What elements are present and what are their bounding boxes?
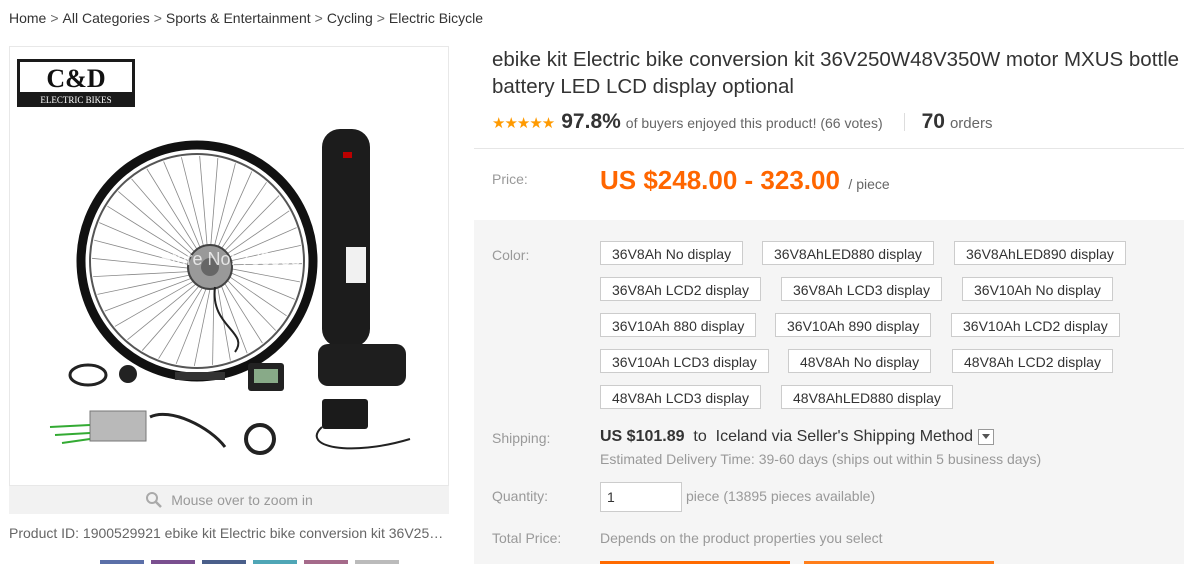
- breadcrumb-separator: >: [376, 10, 385, 26]
- wheel-spoke: [211, 163, 236, 256]
- color-option[interactable]: 36V8Ah LCD2 display: [600, 277, 761, 301]
- battery-illustration: [322, 129, 370, 347]
- color-option[interactable]: 36V10Ah LCD3 display: [600, 349, 769, 373]
- brand-logo: C&D ELECTRIC BIKES: [17, 59, 135, 107]
- product-title: ebike kit Electric bike conversion kit 3…: [492, 48, 1180, 98]
- color-option[interactable]: 36V10Ah 880 display: [600, 313, 757, 337]
- color-option[interactable]: 36V8AhLED880 display: [762, 241, 934, 265]
- orders-label: orders: [949, 115, 993, 132]
- thumbnail-strip: [100, 560, 399, 564]
- shipping-label: Shipping:: [492, 430, 551, 446]
- logo-text: C&D: [46, 64, 105, 93]
- thumbnail[interactable]: [202, 560, 246, 564]
- wheel-spoke: [199, 156, 209, 256]
- wheel-spoke: [220, 272, 276, 331]
- thumbnail[interactable]: [355, 560, 399, 564]
- shipping-to: to: [693, 428, 707, 445]
- product-image[interactable]: C&D ELECTRIC BIKES Store No: 738588: [9, 46, 449, 486]
- logo-subtext: ELECTRIC BIKES: [40, 95, 111, 105]
- orders-count: 70: [921, 110, 945, 133]
- breadcrumb-separator: >: [314, 10, 323, 26]
- thumbnail[interactable]: [100, 560, 144, 564]
- quantity-label: Quantity:: [492, 488, 549, 504]
- rating-votes[interactable]: (66 votes): [820, 115, 882, 131]
- star-rating-icon: ★★★★★: [492, 115, 555, 132]
- color-option[interactable]: 48V8Ah No display: [788, 349, 932, 373]
- zoom-hint: Mouse over to zoom in: [9, 486, 449, 514]
- zoom-hint-text: Mouse over to zoom in: [171, 492, 313, 508]
- wheel-spoke: [146, 168, 203, 259]
- price-label: Price:: [492, 171, 528, 187]
- product-id: Product ID: 1900529921 ebike kit Electri…: [9, 525, 449, 541]
- breadcrumb-cycling[interactable]: Cycling: [327, 10, 373, 26]
- divider: [903, 113, 905, 131]
- wheel-spoke: [193, 278, 213, 367]
- rating-row: ★★★★★ 97.8% of buyers enjoyed this produ…: [492, 110, 993, 134]
- color-option[interactable]: 36V10Ah 890 display: [775, 313, 932, 337]
- color-option[interactable]: 48V8Ah LCD2 display: [952, 349, 1113, 373]
- delivery-estimate: Estimated Delivery Time: 39-60 days (shi…: [600, 451, 1042, 467]
- quantity-availability: piece (13895 pieces available): [686, 488, 876, 504]
- color-label: Color:: [492, 247, 530, 263]
- wheel-spoke: [97, 272, 200, 295]
- watermark-text: Store No: 738588: [159, 249, 300, 269]
- breadcrumb-all-categories[interactable]: All Categories: [63, 10, 150, 26]
- shipping-destination[interactable]: Iceland via Seller's Shipping Method: [716, 428, 973, 445]
- magnifier-icon: [145, 491, 163, 509]
- color-option[interactable]: 36V10Ah No display: [962, 277, 1113, 301]
- shipping-info: US $101.89 to Iceland via Seller's Shipp…: [600, 428, 995, 446]
- quantity-input[interactable]: [600, 482, 682, 512]
- color-option[interactable]: 36V8Ah No display: [600, 241, 744, 265]
- breadcrumb-separator: >: [50, 10, 59, 26]
- total-price-label: Total Price:: [492, 530, 562, 546]
- price-unit: / piece: [848, 176, 890, 192]
- price: US $248.00 - 323.00 / piece: [600, 165, 890, 196]
- breadcrumb: Home > All Categories > Sports & Entertainme…: [9, 10, 483, 26]
- price-amount: US $248.00 - 323.00: [600, 165, 840, 195]
- wheel-spoke: [163, 161, 205, 257]
- rating-text: of buyers enjoyed this product!: [625, 115, 817, 131]
- wheel-spoke: [213, 171, 253, 256]
- breadcrumb-separator: >: [153, 10, 162, 26]
- color-option[interactable]: 48V8AhLED880 display: [781, 385, 953, 409]
- color-option[interactable]: 48V8Ah LCD3 display: [600, 385, 761, 409]
- wheel-spoke: [141, 278, 207, 351]
- total-price-text: Depends on the product properties you se…: [600, 530, 883, 546]
- wheel-spoke: [114, 275, 203, 327]
- breadcrumb-sports[interactable]: Sports & Entertainment: [166, 10, 311, 26]
- divider: [474, 148, 1184, 149]
- wheel-spoke: [127, 277, 205, 341]
- thumbnail[interactable]: [304, 560, 348, 564]
- product-photo: C&D ELECTRIC BIKES Store No: 738588: [17, 59, 411, 455]
- chevron-down-icon[interactable]: [978, 428, 995, 445]
- color-option[interactable]: 36V8Ah LCD3 display: [781, 277, 942, 301]
- thumbnail[interactable]: [253, 560, 297, 564]
- wheel-spoke: [131, 178, 202, 260]
- wheel-spoke: [93, 270, 199, 277]
- color-option[interactable]: 36V10Ah LCD2 display: [951, 313, 1120, 337]
- shipping-cost: US $101.89: [600, 428, 685, 445]
- breadcrumb-electric-bicycle[interactable]: Electric Bicycle: [389, 10, 483, 26]
- breadcrumb-home[interactable]: Home: [9, 10, 46, 26]
- wheel-spoke: [104, 274, 201, 312]
- rating-percent: 97.8%: [561, 110, 621, 133]
- thumbnail[interactable]: [151, 560, 195, 564]
- wheel-spoke: [209, 158, 219, 256]
- wheel-spoke: [215, 182, 267, 257]
- color-option[interactable]: 36V8AhLED890 display: [954, 241, 1126, 265]
